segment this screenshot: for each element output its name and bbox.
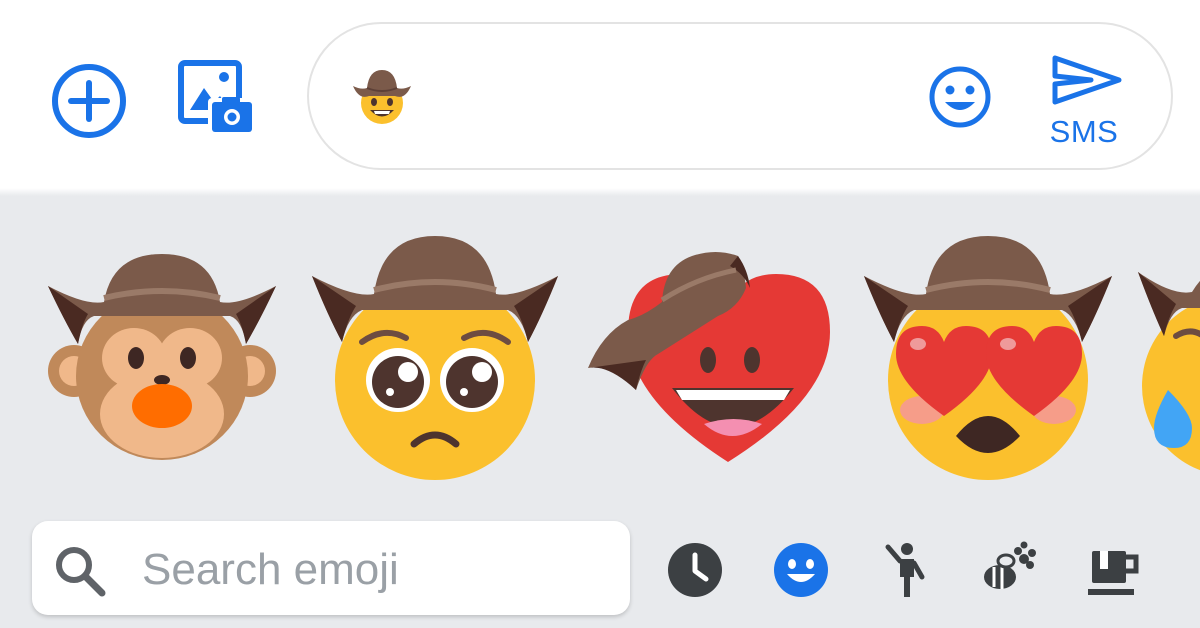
send-icon (1052, 55, 1122, 105)
smiley-icon (929, 66, 991, 128)
cowboy-monkey-icon (48, 254, 276, 460)
sticker-cowboy-pleading-face[interactable] (310, 232, 560, 484)
message-input[interactable]: SMS (307, 22, 1173, 170)
send-label: SMS (1049, 114, 1119, 149)
category-recent-tab[interactable] (666, 541, 724, 599)
emoji-panel: Search emoji (0, 196, 1200, 628)
clock-icon (668, 543, 722, 597)
person-walking-icon (885, 543, 925, 597)
cowboy-heart-face-icon (588, 252, 830, 462)
gallery-camera-button[interactable] (176, 58, 258, 140)
cowboy-heart-eyes-face-icon (864, 236, 1112, 480)
cowboy-crying-face-icon (1138, 272, 1200, 471)
search-icon (52, 543, 108, 599)
plus-circle-icon (52, 64, 126, 138)
sticker-cowboy-heart-face[interactable] (588, 248, 836, 468)
category-food-tab[interactable] (1086, 541, 1144, 599)
emoji-search-box[interactable]: Search emoji (32, 521, 630, 615)
attach-button[interactable] (50, 62, 128, 140)
category-animals-nature-tab[interactable] (980, 541, 1038, 599)
image-camera-icon (178, 60, 254, 134)
toolbar-shadow (0, 188, 1200, 196)
bee-flower-icon (984, 541, 1036, 589)
compose-toolbar: SMS (0, 0, 1200, 195)
sticker-cowboy-heart-eyes-face[interactable] (862, 232, 1114, 484)
smiley-icon (774, 543, 828, 597)
category-people-tab[interactable] (876, 541, 934, 599)
cowboy-hat-face-emoji (351, 66, 413, 128)
sticker-cowboy-monkey[interactable] (42, 246, 282, 476)
cowboy-hat-face-icon (353, 70, 411, 124)
send-sms-button[interactable]: SMS (1039, 50, 1129, 150)
category-smileys-tab[interactable] (772, 541, 830, 599)
coffee-cup-icon (1088, 551, 1139, 595)
cowboy-pleading-face-icon (312, 236, 558, 480)
sticker-cowboy-crying-face[interactable] (1136, 252, 1200, 484)
emoji-keyboard-button[interactable] (927, 64, 993, 130)
search-placeholder: Search emoji (142, 545, 399, 594)
